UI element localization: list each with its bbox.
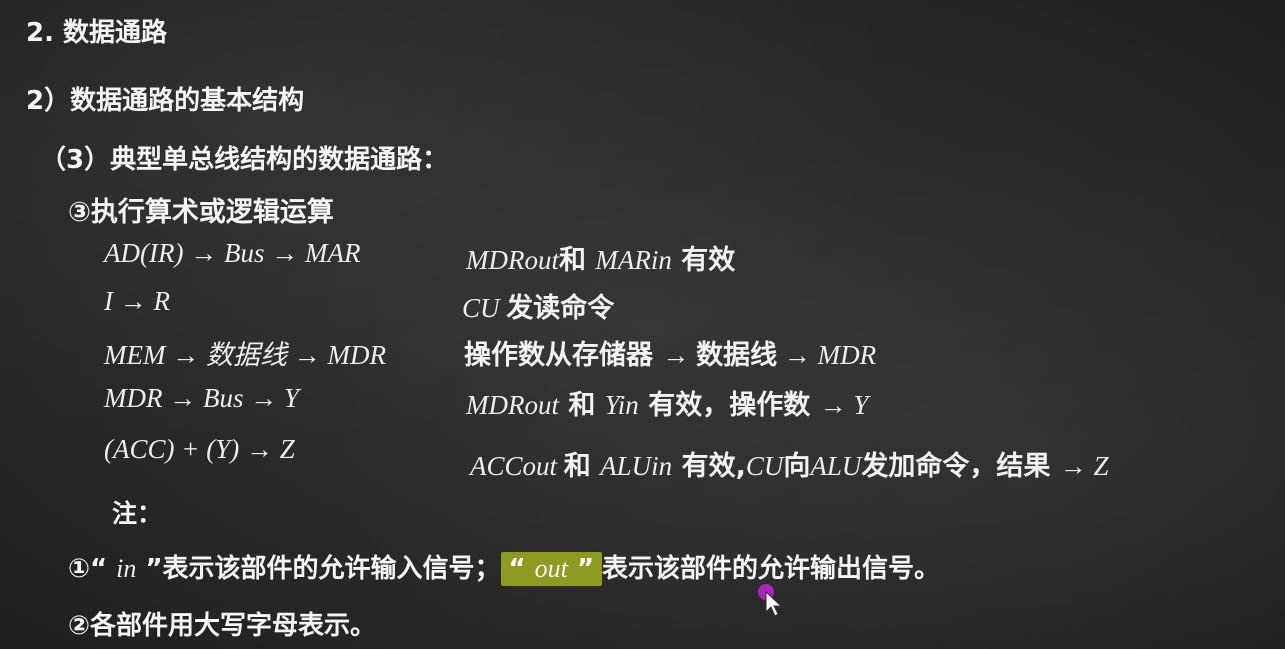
desc-part: 有效，操作数 [638, 390, 820, 421]
step-2-formula: I → R [104, 286, 170, 316]
desc-part: CU [462, 293, 507, 323]
step-4-desc: MDRout 和 Yin 有效，操作数 → Y [466, 383, 868, 422]
desc-part: 操作数从存储器 [464, 340, 663, 371]
arrow-cursor-icon [765, 590, 783, 617]
subsection-title: 2）数据通路的基本结构 [26, 86, 305, 116]
desc-part: CU [745, 451, 784, 481]
note-1-hl-open: “ [508, 554, 535, 584]
note-item-1: ①“ in ”表示该部件的允许输入信号； “ out ” 表示该部件的允许输出信号。 [68, 548, 940, 586]
step-5-desc: ACCout 和 ALUin 有效,CU向ALU发加命令，结果 → Z [470, 444, 1109, 483]
step-title: ③执行算术或逻辑运算 [68, 197, 334, 228]
desc-part: → Z [1059, 451, 1109, 481]
note-1-hl-close: ” [567, 554, 595, 584]
desc-part: 向 [783, 451, 811, 482]
step-4-formula: MDR → Bus → Y [104, 383, 299, 413]
desc-part: 和 [558, 245, 596, 276]
step-1-desc: MDRout和 MARin 有效 [466, 238, 735, 277]
desc-part: MDRout [466, 245, 559, 275]
desc-part: ALU [810, 451, 862, 481]
step-5-formula: (ACC) + (Y) → Z [104, 434, 295, 464]
desc-part: MARin [595, 245, 672, 275]
desc-part: 发加命令，结果 [861, 451, 1060, 482]
out-highlight: “ out ” [500, 552, 603, 586]
mouse-pointer-icon [758, 584, 783, 617]
desc-part: Yin [604, 390, 639, 420]
desc-part: ALUin [600, 451, 673, 481]
note-1-out: out [534, 554, 568, 583]
topic-title: （3）典型单总线结构的数据通路： [40, 145, 449, 175]
section-title: 2. 数据通路 [26, 18, 168, 48]
note-1-suffix: 表示该部件的允许输出信号。 [602, 554, 941, 584]
desc-part: 和 [563, 451, 601, 482]
step-1-formula: AD(IR) → Bus → MAR [104, 238, 361, 268]
note-1-prefix: ①“ [68, 554, 117, 584]
desc-part: ACCout [470, 451, 564, 481]
desc-part: → Y [819, 390, 869, 420]
desc-part: 数据线 [696, 340, 778, 371]
step-2-desc: CU 发读命令 [462, 286, 614, 325]
note-1-mid: ”表示该部件的允许输入信号； [136, 554, 501, 584]
note-item-2: ②各部件用大写字母表示。 [68, 611, 377, 641]
desc-part: 和 [558, 390, 605, 421]
desc-part: → [662, 340, 697, 370]
desc-part: 有效 [671, 245, 736, 276]
step-3-desc: 操作数从存储器 → 数据线 → MDR [464, 333, 876, 372]
desc-part: → MDR [777, 340, 877, 370]
note-1-in: in [116, 554, 137, 583]
desc-part: MDRout [466, 390, 559, 420]
desc-part: 发读命令 [506, 293, 615, 324]
note-label: 注： [112, 499, 163, 528]
desc-part: 有效, [672, 451, 746, 482]
step-3-formula: MEM → 数据线 → MDR [104, 340, 386, 370]
